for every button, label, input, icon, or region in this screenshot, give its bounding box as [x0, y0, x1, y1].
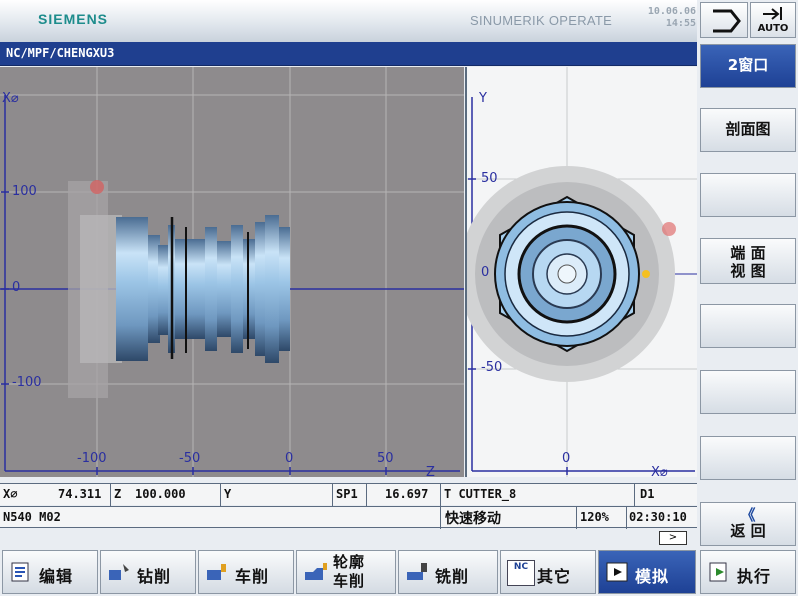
simulate-icon	[606, 562, 628, 582]
time-text: 14:55	[665, 18, 696, 29]
back-button[interactable]: 《 返 回	[700, 502, 796, 546]
softkey-empty-3[interactable]	[700, 173, 796, 217]
x-tick-neg100: -100	[77, 451, 107, 466]
title-bar: SIEMENS SINUMERIK OPERATE 10.06.06 14:55	[0, 0, 697, 42]
position-status-line: X⌀ 74.311 Z 100.000 Y SP1 16.697 T CUTTE…	[0, 483, 697, 506]
enter-arrow-icon	[763, 7, 782, 20]
datetime: 10.06.06 14:55	[640, 6, 696, 30]
status-line-3	[0, 529, 697, 547]
execute-icon	[709, 562, 727, 582]
spindle-value: 16.697	[385, 487, 429, 501]
other-button[interactable]: NC 其它	[500, 550, 596, 594]
face-x-tick-0: 0	[562, 451, 571, 466]
workpiece-face	[467, 166, 676, 382]
y-label: Y	[224, 487, 232, 501]
execute-button[interactable]: 执行	[700, 550, 796, 594]
x-tick-neg50: -50	[179, 451, 201, 466]
face-view-label-2: 视 图	[730, 262, 766, 280]
program-path-bar: NC/MPF/CHENGXU3	[0, 42, 697, 66]
x-diameter-label: X⌀	[651, 465, 668, 477]
drill-button[interactable]: 钻削	[100, 550, 196, 594]
simulate-button[interactable]: 模拟	[598, 550, 696, 594]
workpiece-side	[116, 215, 290, 363]
turning-icon	[207, 564, 226, 580]
edit-button[interactable]: 编辑	[2, 550, 98, 594]
mill-button[interactable]: 铣削	[398, 550, 498, 594]
menu-bracket-icon	[713, 9, 741, 33]
x-tick-50: 50	[377, 451, 394, 466]
motion-mode: 快速移动	[445, 511, 501, 527]
tool-name: T CUTTER_8	[444, 487, 517, 501]
x-axis-label: X⌀	[2, 91, 19, 106]
drill-icon	[109, 564, 129, 580]
softkey-empty-5[interactable]	[700, 304, 796, 348]
y-tick-100: 100	[12, 184, 37, 199]
milling-icon	[407, 563, 427, 580]
d-number: D1	[640, 487, 655, 501]
back-arrow-icon: 《	[740, 506, 756, 524]
brand-logo: SIEMENS	[38, 11, 109, 27]
edit-icon	[11, 562, 29, 582]
z-axis-label: Z	[426, 465, 435, 477]
side-view-canvas	[0, 67, 464, 477]
z-value: 100.000	[135, 487, 186, 501]
two-windows-button[interactable]: 2窗口	[700, 44, 796, 88]
nc-icon: NC	[507, 560, 535, 586]
section-view-button[interactable]: 剖面图	[700, 108, 796, 152]
face-view-label-1: 端 面	[730, 244, 766, 262]
y-tick-0: 0	[12, 280, 21, 295]
face-view-panel[interactable]: Y 50 0 -50 0 X⌀	[465, 67, 697, 477]
face-y-tick-50: 50	[481, 171, 498, 186]
softkey-empty-7[interactable]	[700, 436, 796, 480]
date-text: 10.06.06	[647, 6, 696, 17]
program-path: NC/MPF/CHENGXU3	[6, 46, 115, 60]
contour-label-1: 轮廓	[333, 553, 366, 571]
block-status-line: N540 M02 快速移动 120% 02:30:10	[0, 506, 697, 529]
contour-label-2: 车削	[333, 572, 366, 590]
more-arrow-button[interactable]: >	[659, 531, 687, 545]
auto-label: AUTO	[757, 23, 789, 34]
feed-override: 120%	[580, 510, 609, 524]
y-axis-label: Y	[479, 91, 487, 106]
softkey-empty-6[interactable]	[700, 370, 796, 414]
side-view-panel[interactable]: X⌀ 100 0 -100 -100 -50 0 50 Z	[0, 67, 464, 477]
z-label: Z	[114, 487, 122, 501]
face-y-tick-neg50: -50	[481, 360, 503, 375]
x-value: 74.311	[58, 487, 102, 501]
contour-turn-button[interactable]: 轮廓 车削	[296, 550, 396, 594]
run-time: 02:30:10	[629, 510, 687, 524]
face-view-canvas	[467, 67, 697, 477]
face-y-tick-0: 0	[481, 265, 490, 280]
contour-icon	[305, 563, 327, 580]
current-block: N540 M02	[3, 510, 61, 524]
y-tick-neg100: -100	[12, 375, 42, 390]
x-tick-0: 0	[285, 451, 294, 466]
face-view-button[interactable]: 端 面 视 图	[700, 238, 796, 284]
turn-button[interactable]: 车削	[198, 550, 294, 594]
spindle-label: SP1	[336, 487, 358, 501]
auto-mode-button[interactable]: AUTO	[750, 2, 796, 38]
x-label: X⌀	[3, 487, 18, 501]
menu-select-button[interactable]	[700, 2, 748, 38]
product-name: SINUMERIK OPERATE	[470, 13, 613, 28]
back-label: 返 回	[730, 522, 766, 540]
